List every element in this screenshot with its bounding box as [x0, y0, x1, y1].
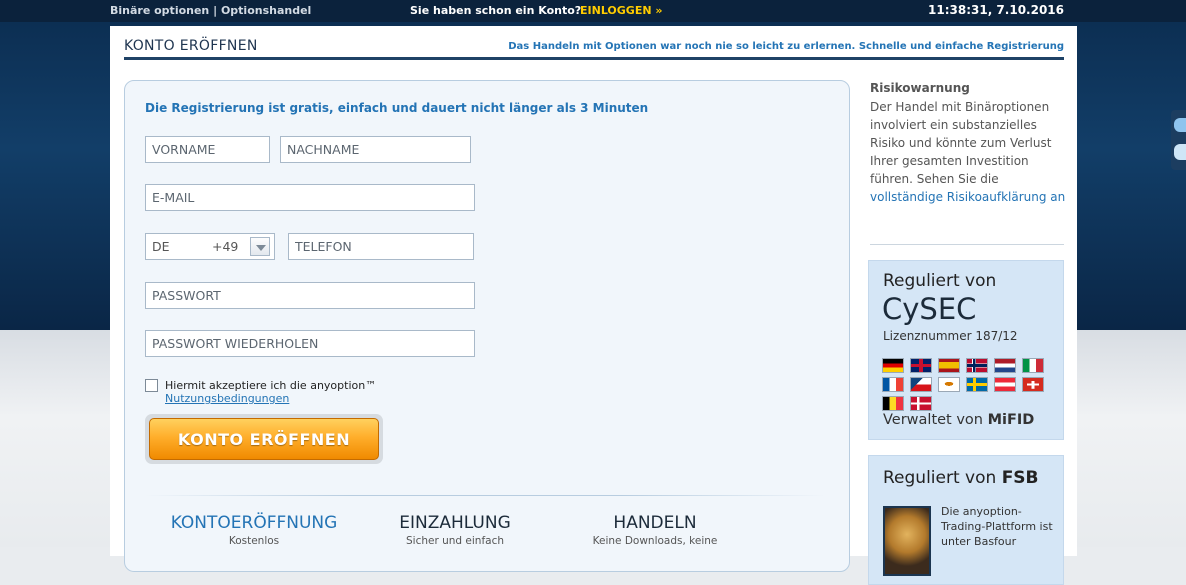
- managed-by-label: Verwaltet von: [883, 412, 983, 428]
- risk-warning-title: Risikowarnung: [870, 81, 970, 95]
- email-input[interactable]: [145, 184, 475, 211]
- fsb-logo-icon: [883, 506, 931, 576]
- fsb-name: FSB: [1001, 468, 1039, 488]
- top-bar: Binäre optionen | Optionshandel Sie habe…: [0, 0, 1186, 22]
- open-account-button[interactable]: KONTO ERÖFFNEN: [149, 418, 379, 460]
- phone-icon[interactable]: [1174, 144, 1186, 160]
- step-deposit: EINZAHLUNG Sicher und einfach: [355, 513, 555, 547]
- fsb-heading: Reguliert von FSB: [883, 468, 1039, 488]
- fsb-regulation-box: Reguliert von FSB Die anyoption-Trading-…: [868, 455, 1064, 585]
- step-trading: HANDELN Keine Downloads, keine: [555, 513, 755, 547]
- title-divider: [124, 57, 1064, 60]
- czech-flag: [910, 377, 933, 392]
- netherlands-flag: [994, 358, 1017, 373]
- clock: 11:38:31, 7.10.2016: [928, 3, 1064, 17]
- step-title: HANDELN: [613, 513, 697, 533]
- license-number: Lizenznummer 187/12: [883, 329, 1018, 343]
- country-code: DE: [152, 239, 170, 254]
- first-name-input[interactable]: [145, 136, 270, 163]
- submit-button-frame: KONTO ERÖFFNEN: [145, 414, 383, 464]
- step-account-opening: KONTOERÖFFNUNG Kostenlos: [143, 513, 365, 547]
- registration-form: Die Registrierung ist gratis, einfach un…: [124, 80, 850, 572]
- norway-flag: [966, 358, 989, 373]
- sweden-flag: [966, 377, 989, 392]
- page-tagline: Das Handeln mit Optionen war noch nie so…: [508, 41, 1064, 52]
- cysec-name: CySEC: [882, 292, 977, 326]
- mifid-name: MiFID: [987, 412, 1035, 428]
- step-subtitle: Kostenlos: [228, 535, 280, 547]
- cyprus-flag: [938, 377, 961, 392]
- password-repeat-input[interactable]: [145, 330, 475, 357]
- france-flag: [882, 377, 904, 392]
- step-subtitle: Sicher und einfach: [405, 535, 505, 547]
- last-name-input[interactable]: [280, 136, 471, 163]
- step-subtitle: Keine Downloads, keine: [592, 535, 718, 547]
- registration-card: KONTO ERÖFFNEN Das Handeln mit Optionen …: [110, 26, 1077, 585]
- terms-checkbox[interactable]: [145, 379, 158, 392]
- phone-input[interactable]: [288, 233, 474, 260]
- fsb-description: Die anyoption-Trading-Plattform ist unte…: [941, 505, 1053, 548]
- cysec-regulation-box: Reguliert von CySEC Lizenznummer 187/12 …: [868, 260, 1064, 440]
- step-title: KONTOERÖFFNUNG: [170, 513, 338, 533]
- sidebar-divider: [870, 244, 1064, 245]
- login-link[interactable]: EINLOGGEN »: [580, 4, 663, 17]
- country-code-select[interactable]: DE +49: [145, 233, 275, 260]
- terms-link[interactable]: Nutzungsbedingungen: [165, 392, 289, 405]
- mifid-line: Verwaltet von MiFID: [883, 412, 1034, 428]
- side-contact-tab[interactable]: [1171, 110, 1186, 170]
- dial-code: +49: [212, 239, 239, 254]
- belgium-flag: [882, 396, 904, 411]
- risk-warning-body: Der Handel mit Binäroptionen involviert …: [870, 100, 1052, 186]
- form-heading: Die Registrierung ist gratis, einfach un…: [145, 101, 649, 115]
- step-title: EINZAHLUNG: [399, 513, 511, 533]
- brand-link[interactable]: Binäre optionen | Optionshandel: [110, 4, 311, 17]
- italy-flag: [1022, 358, 1045, 373]
- terms-label: Hiermit akzeptiere ich die anyoption™: [165, 379, 377, 392]
- page-title: KONTO ERÖFFNEN: [124, 38, 258, 54]
- uk-flag: [910, 358, 933, 373]
- account-prompt: Sie haben schon ein Konto?: [410, 4, 582, 17]
- risk-warning-text: Der Handel mit Binäroptionen involviert …: [870, 98, 1066, 206]
- regulated-by-label: Reguliert von: [883, 271, 997, 291]
- denmark-flag: [910, 396, 933, 411]
- regulated-by-label: Reguliert von: [883, 468, 997, 488]
- switzerland-flag: [1022, 377, 1045, 392]
- spain-flag: [938, 358, 961, 373]
- chat-icon[interactable]: [1174, 118, 1186, 132]
- country-flags: [882, 358, 1062, 415]
- chevron-down-icon[interactable]: [250, 237, 270, 256]
- germany-flag: [882, 358, 904, 373]
- risk-disclosure-link[interactable]: vollständige Risikoaufklärung an: [870, 190, 1065, 204]
- austria-flag: [994, 377, 1017, 392]
- password-input[interactable]: [145, 282, 475, 309]
- steps-divider: [145, 495, 825, 496]
